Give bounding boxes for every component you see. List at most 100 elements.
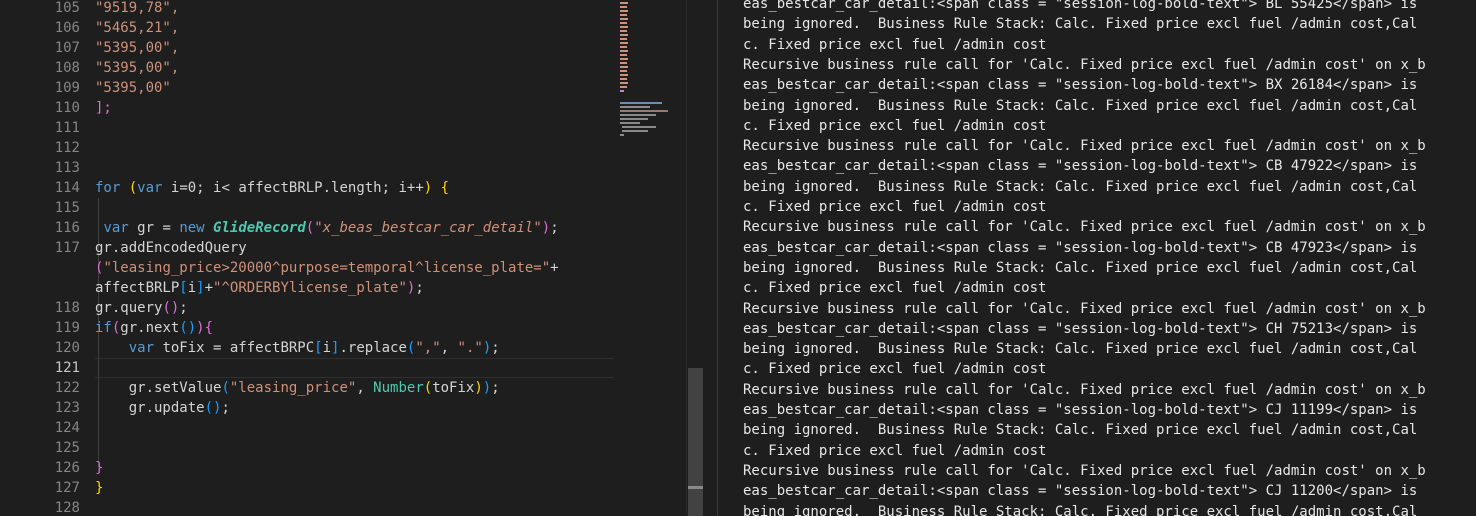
minimap-line	[622, 126, 656, 128]
log-line: being ignored. Business Rule Stack: Calc…	[743, 178, 1418, 195]
log-line: c. Fixed price excl fuel /admin cost	[743, 199, 1047, 215]
code-editor[interactable]: 105 106 107 108 109 110 111 112 113 114 115 116 117 1…	[0, 0, 703, 516]
code-line-107: "5395,00",	[95, 40, 180, 56]
code-line-118: gr.query();	[95, 300, 188, 316]
line-number: 108	[54, 60, 80, 76]
code-line-117-wrap-1: ("leasing_price>20000^purpose=temporal^l…	[95, 260, 559, 276]
minimap-line	[620, 66, 628, 68]
log-line: Recursive business rule call for 'Calc. …	[743, 300, 1426, 317]
code-line-106: "5465,21",	[95, 20, 180, 36]
code-line-117-wrap-2: affectBRLP[i]+"^ORDERBYlicense_plate");	[95, 280, 424, 296]
line-number: 122	[54, 380, 80, 396]
code-area[interactable]: "9519,78", "5465,21", "5395,00", "5395,0…	[95, 0, 615, 516]
line-number: 128	[54, 500, 80, 516]
minimap-line	[620, 2, 628, 4]
log-line: c. Fixed price excl fuel /admin cost	[743, 280, 1047, 297]
minimap-line	[620, 30, 627, 32]
minimap-line	[620, 70, 627, 72]
log-line: c. Fixed price excl fuel /admin cost	[743, 36, 1047, 53]
log-line: eas_bestcar_car_detail:<span class = "se…	[743, 158, 1418, 175]
line-number: 105	[54, 0, 80, 16]
line-number: 106	[54, 20, 80, 36]
minimap-line	[620, 62, 627, 64]
log-line: being ignored. Business Rule Stack: Calc…	[743, 341, 1418, 358]
minimap-line	[620, 22, 627, 24]
minimap-line	[620, 10, 628, 12]
log-line: eas_bestcar_car_detail:<span class = "se…	[743, 77, 1418, 94]
log-line: eas_bestcar_car_detail:<span class = "se…	[743, 0, 1418, 12]
line-number: 118	[54, 300, 80, 316]
log-line: Recursive business rule call for 'Calc. …	[743, 56, 1426, 73]
code-line-127: }	[95, 480, 104, 496]
line-number: 121	[54, 360, 80, 376]
minimap-line	[620, 82, 628, 84]
log-line: eas_bestcar_car_detail:<span class = "se…	[743, 239, 1418, 256]
code-line-117: gr.addEncodedQuery	[95, 240, 247, 256]
code-line-122: gr.setValue("leasing_price", Number(toFi…	[128, 380, 500, 396]
minimap-line	[620, 46, 627, 48]
line-number: 120	[54, 340, 80, 356]
line-number: 119	[54, 320, 80, 336]
minimap-line	[620, 38, 627, 40]
minimap-line	[620, 74, 628, 76]
minimap-line	[622, 130, 648, 132]
log-line: Recursive business rule call for 'Calc. …	[743, 381, 1426, 398]
line-number: 116	[54, 220, 80, 236]
minimap-line	[620, 122, 640, 124]
line-number	[0, 278, 80, 298]
log-line: being ignored. Business Rule Stack: Calc…	[743, 97, 1418, 114]
pane-splitter[interactable]	[703, 0, 732, 516]
log-line: Recursive business rule call for 'Calc. …	[743, 462, 1426, 479]
minimap[interactable]	[614, 0, 686, 516]
scrollbar-marker	[688, 486, 703, 489]
line-number: 126	[54, 460, 80, 476]
log-line: Recursive business rule call for 'Calc. …	[743, 219, 1426, 236]
minimap-line	[620, 58, 628, 60]
line-number: 117	[54, 240, 80, 256]
line-number: 124	[54, 420, 80, 436]
code-line-108: "5395,00",	[95, 60, 180, 76]
minimap-line	[620, 110, 668, 112]
minimap-line	[620, 34, 628, 36]
minimap-line	[620, 78, 627, 80]
session-log-panel: eas_bestcar_car_detail:<span class = "se…	[732, 0, 1476, 516]
code-line-114: for (var i=0; i< affectBRLP.length; i++)…	[95, 180, 450, 196]
line-number-gutter: 105 106 107 108 109 110 111 112 113 114 115 116 117 1…	[0, 0, 80, 516]
line-number: 123	[54, 400, 80, 416]
minimap-line	[620, 54, 627, 56]
minimap-line	[620, 42, 628, 44]
log-line: eas_bestcar_car_detail:<span class = "se…	[743, 320, 1418, 337]
minimap-line	[620, 102, 662, 104]
log-line: being ignored. Business Rule Stack: Calc…	[743, 422, 1418, 439]
code-line-116: var gr = new GlideRecord("x_beas_bestcar…	[103, 220, 559, 236]
line-number: 125	[54, 440, 80, 456]
log-line: c. Fixed price excl fuel /admin cost	[743, 361, 1047, 378]
code-line-123: gr.update();	[128, 400, 230, 416]
code-line-126: }	[95, 460, 104, 476]
minimap-line	[620, 86, 627, 88]
line-number: 127	[54, 480, 80, 496]
line-number: 112	[54, 140, 80, 156]
log-line: c. Fixed price excl fuel /admin cost	[743, 442, 1047, 459]
line-number: 113	[54, 160, 80, 176]
minimap-line	[620, 14, 627, 16]
log-line: eas_bestcar_car_detail:<span class = "se…	[743, 483, 1418, 500]
line-number: 107	[54, 40, 80, 56]
minimap-line	[620, 26, 628, 28]
log-line: being ignored. Business Rule Stack: Calc…	[743, 16, 1418, 33]
code-line-105: "9519,78",	[95, 0, 180, 16]
minimap-line	[620, 106, 650, 108]
minimap-line	[620, 6, 627, 8]
line-number: 114	[54, 180, 80, 196]
line-number: 111	[54, 120, 80, 136]
log-line: being ignored. Business Rule Stack: Calc…	[743, 503, 1418, 516]
log-line: eas_bestcar_car_detail:<span class = "se…	[743, 402, 1418, 418]
editor-vertical-scrollbar[interactable]	[686, 0, 703, 516]
code-line-110: ];	[95, 100, 112, 116]
scrollbar-thumb[interactable]	[688, 368, 703, 516]
minimap-line	[620, 134, 624, 136]
minimap-line	[620, 118, 648, 120]
minimap-line	[620, 18, 628, 20]
code-line-120: var toFix = affectBRPC[i].replace(",", "…	[128, 340, 500, 356]
code-line-119: if(gr.next()){	[95, 320, 214, 336]
